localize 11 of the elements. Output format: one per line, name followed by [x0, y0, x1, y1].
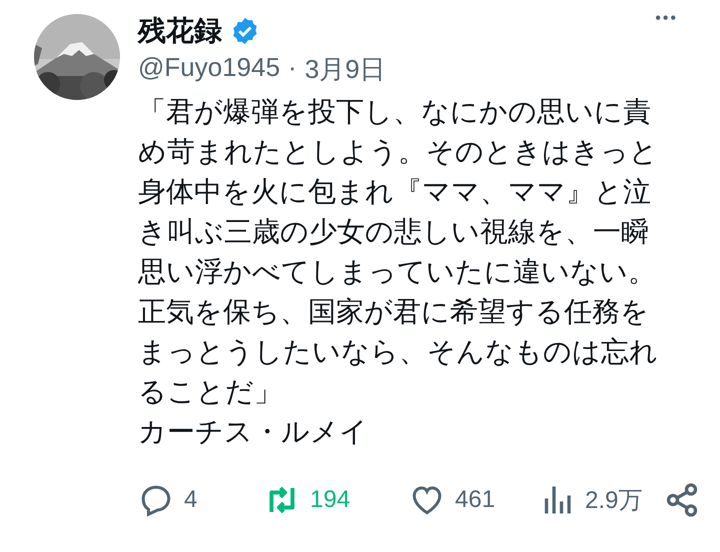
post-date[interactable]: 3月9日 [304, 52, 386, 86]
views-button[interactable]: 2.9万 [539, 482, 664, 518]
more-options-button[interactable]: ••• [651, 6, 682, 32]
author-name[interactable]: 残花録 [138, 12, 222, 50]
share-button[interactable] [664, 482, 700, 518]
separator-dot: · [288, 52, 297, 84]
reply-button[interactable]: 4 [138, 482, 264, 518]
author-handle[interactable]: @Fuyo1945 [138, 52, 280, 86]
like-button[interactable]: 461 [409, 482, 539, 518]
share-icon [664, 482, 700, 518]
post-text: 「君が爆弾を投下し、なにかの思いに責 め苛まれたとしよう。そのときはきっと 身体中を火に包まれ『ママ、ママ』と泣 き叫ぶ三歳の少女の悲しい視線を、一瞬 思い浮かべてしまっていたに違いない。 正気を保ち、国家が君に希望する任務を まっとうしたいなら、そんなものは忘れ ることだ」 カーチス・ルメイ [138, 95, 659, 449]
